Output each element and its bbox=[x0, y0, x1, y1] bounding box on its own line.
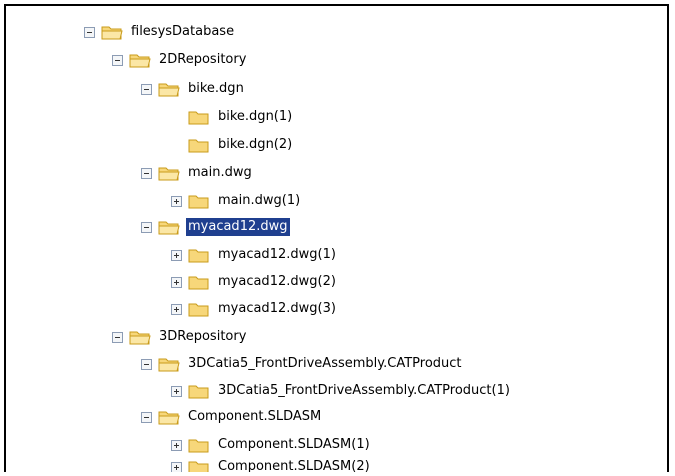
tree-node-label[interactable]: Component.SLDASM bbox=[186, 408, 323, 426]
tree-node-label[interactable]: filesysDatabase bbox=[129, 23, 236, 41]
tree-node-myacad12-dwg-1[interactable]: myacad12.dwg(1) bbox=[171, 244, 338, 266]
tree-node-myacad12-dwg-2[interactable]: myacad12.dwg(2) bbox=[171, 271, 338, 293]
tree-node-label[interactable]: main.dwg(1) bbox=[216, 192, 302, 210]
folder-open-icon bbox=[158, 411, 180, 425]
expand-icon[interactable] bbox=[171, 195, 182, 207]
tree-node-bike-dgn[interactable]: bike.dgn bbox=[141, 78, 246, 100]
tree-node-main-dwg[interactable]: main.dwg bbox=[141, 162, 254, 184]
tree-node-3dcatia5-product-1[interactable]: 3DCatia5_FrontDriveAssembly.CATProduct(1… bbox=[171, 380, 512, 402]
folder-open-icon bbox=[129, 331, 151, 345]
folder-icon bbox=[188, 276, 209, 290]
tree-node-3dcatia5-product[interactable]: 3DCatia5_FrontDriveAssembly.CATProduct bbox=[141, 353, 464, 375]
tree-node-label[interactable]: bike.dgn bbox=[186, 80, 246, 98]
tree-node-label[interactable]: Component.SLDASM(1) bbox=[216, 436, 372, 454]
collapse-icon[interactable] bbox=[141, 358, 152, 370]
tree-node-label[interactable]: myacad12.dwg(2) bbox=[216, 273, 338, 291]
folder-icon bbox=[188, 461, 209, 472]
collapse-icon[interactable] bbox=[141, 411, 152, 423]
tree-node-component-sldasm-1[interactable]: Component.SLDASM(1) bbox=[171, 434, 372, 456]
folder-icon bbox=[188, 195, 209, 209]
tree-node-myacad12-dwg[interactable]: myacad12.dwg bbox=[141, 216, 290, 238]
tree-node-label[interactable]: 3DCatia5_FrontDriveAssembly.CATProduct(1… bbox=[216, 382, 512, 400]
tree-view: filesysDatabase 2DRepository bike.dgn bi… bbox=[4, 4, 669, 472]
tree-node-main-dwg-1[interactable]: main.dwg(1) bbox=[171, 190, 302, 212]
expand-icon[interactable] bbox=[171, 385, 182, 397]
tree-node-component-sldasm[interactable]: Component.SLDASM bbox=[141, 406, 323, 428]
folder-open-icon bbox=[158, 358, 180, 372]
expand-icon[interactable] bbox=[171, 276, 182, 288]
tree-node-label[interactable]: myacad12.dwg(1) bbox=[216, 246, 338, 264]
folder-open-icon bbox=[158, 83, 180, 97]
folder-open-icon bbox=[158, 167, 180, 181]
collapse-icon[interactable] bbox=[141, 83, 152, 95]
folder-icon bbox=[188, 439, 209, 453]
folder-icon bbox=[188, 385, 209, 399]
tree-node-filesysdatabase[interactable]: filesysDatabase bbox=[84, 21, 236, 43]
expand-icon[interactable] bbox=[171, 461, 182, 472]
tree-node-3drepository[interactable]: 3DRepository bbox=[112, 326, 248, 348]
tree-node-label[interactable]: myacad12.dwg(3) bbox=[216, 300, 338, 318]
folder-open-icon bbox=[129, 54, 151, 68]
tree-node-bike-dgn-1[interactable]: bike.dgn(1) bbox=[171, 106, 294, 128]
tree-node-myacad12-dwg-3[interactable]: myacad12.dwg(3) bbox=[171, 298, 338, 320]
folder-icon bbox=[188, 111, 209, 125]
expand-icon[interactable] bbox=[171, 303, 182, 315]
collapse-icon[interactable] bbox=[112, 331, 123, 343]
tree-node-label[interactable]: 2DRepository bbox=[157, 51, 248, 69]
expand-icon[interactable] bbox=[171, 249, 182, 261]
collapse-icon[interactable] bbox=[112, 54, 123, 66]
tree-node-component-sldasm-2[interactable]: Component.SLDASM(2) bbox=[171, 456, 372, 472]
tree-node-label-selected[interactable]: myacad12.dwg bbox=[186, 218, 290, 236]
tree-node-2drepository[interactable]: 2DRepository bbox=[112, 49, 248, 71]
tree-node-label[interactable]: 3DRepository bbox=[157, 328, 248, 346]
expand-icon[interactable] bbox=[171, 439, 182, 451]
folder-open-icon bbox=[101, 26, 123, 40]
collapse-icon[interactable] bbox=[141, 167, 152, 179]
folder-icon bbox=[188, 303, 209, 317]
folder-icon bbox=[188, 139, 209, 153]
tree-node-label[interactable]: Component.SLDASM(2) bbox=[216, 458, 372, 472]
folder-open-icon bbox=[158, 221, 180, 235]
tree-node-label[interactable]: 3DCatia5_FrontDriveAssembly.CATProduct bbox=[186, 355, 464, 373]
tree-node-bike-dgn-2[interactable]: bike.dgn(2) bbox=[171, 134, 294, 156]
collapse-icon[interactable] bbox=[141, 221, 152, 233]
tree-node-label[interactable]: bike.dgn(2) bbox=[216, 136, 294, 154]
tree-node-label[interactable]: bike.dgn(1) bbox=[216, 108, 294, 126]
tree-node-label[interactable]: main.dwg bbox=[186, 164, 254, 182]
folder-icon bbox=[188, 249, 209, 263]
collapse-icon[interactable] bbox=[84, 26, 95, 38]
